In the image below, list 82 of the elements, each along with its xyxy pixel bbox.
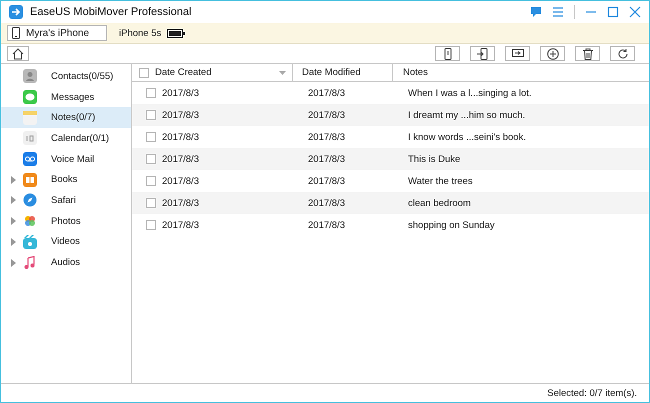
- table-cell-text: 2017/8/3: [307, 110, 346, 120]
- column-header[interactable]: Date Modified: [293, 64, 393, 81]
- contacts-icon: [23, 69, 37, 84]
- table-cell-text: When I was a l...singing a lot.: [407, 88, 533, 98]
- row-checkbox[interactable]: [146, 132, 156, 142]
- trash-icon: [582, 48, 594, 60]
- table-cell-text: 2017/8/3: [307, 154, 346, 164]
- home-icon: [12, 48, 24, 60]
- table-cell-text: 2017/8/3: [307, 176, 346, 186]
- export-to-device-button[interactable]: [435, 46, 460, 61]
- close-icon[interactable]: [629, 6, 641, 18]
- sidebar-item[interactable]: Voice Mail: [1, 148, 131, 170]
- table-cell-text: clean bedroom: [407, 198, 472, 208]
- plus-icon: [546, 48, 558, 60]
- sidebar-item[interactable]: Audios: [1, 252, 131, 273]
- expand-arrow-icon[interactable]: [11, 176, 16, 184]
- table-cell: 2017/8/3: [162, 220, 199, 230]
- table-cell-text: 2017/8/3: [307, 88, 346, 98]
- add-button[interactable]: [540, 46, 565, 61]
- row-checkbox[interactable]: [146, 110, 156, 120]
- table-cell: 2017/8/3: [162, 154, 199, 164]
- table-cell-text: shopping on Sunday: [407, 220, 496, 230]
- sidebar-item[interactable]: Books: [1, 169, 131, 190]
- device-model: iPhone 5s: [119, 28, 162, 38]
- sidebar-item[interactable]: Messages: [1, 86, 131, 108]
- sidebar-item[interactable]: Safari: [1, 190, 131, 211]
- table-cell: 2017/8/3: [162, 110, 199, 120]
- expand-arrow-icon[interactable]: [11, 196, 16, 204]
- notepad-icon: [23, 110, 37, 125]
- column-header[interactable]: Notes: [393, 64, 649, 81]
- clapperboard-icon: [23, 234, 37, 249]
- table-cell-text: 2017/8/3: [307, 132, 346, 142]
- device-selector[interactable]: Myra's iPhone: [7, 25, 107, 41]
- window-title: EaseUS MobiMover Professional: [30, 6, 192, 18]
- speech-bubble-icon: [23, 90, 37, 104]
- sidebar-item[interactable]: Contacts(0/55): [1, 66, 131, 87]
- table-cell-text: 2017/8/3: [307, 220, 346, 230]
- delete-button[interactable]: [575, 46, 600, 61]
- battery-icon: [167, 28, 186, 38]
- calendar-icon: [23, 131, 37, 146]
- maximize-icon[interactable]: [607, 6, 619, 18]
- expand-arrow-icon[interactable]: [11, 217, 16, 226]
- sort-arrow-icon[interactable]: [279, 70, 286, 74]
- sidebar-item[interactable]: Calendar(0/1): [1, 128, 131, 149]
- sidebar-item[interactable]: Photos: [1, 210, 131, 232]
- app-logo-icon: [9, 5, 23, 19]
- expand-arrow-icon[interactable]: [11, 258, 16, 267]
- table-cell-text: I know words ...seini's book.: [407, 132, 527, 142]
- row-checkbox[interactable]: [146, 220, 156, 230]
- status-text: Selected: 0/7 item(s).: [547, 388, 637, 398]
- phone-icon: [442, 48, 454, 60]
- compass-icon: [23, 193, 37, 208]
- table-cell-text: 2017/8/3: [307, 198, 346, 208]
- feedback-icon[interactable]: [530, 6, 542, 18]
- table-cell: 2017/8/3: [162, 132, 199, 142]
- row-checkbox[interactable]: [146, 88, 156, 98]
- table-cell: 2017/8/3: [162, 88, 199, 98]
- menu-icon[interactable]: [552, 6, 564, 18]
- expand-arrow-icon[interactable]: [11, 238, 16, 246]
- phone-icon: [12, 27, 20, 39]
- export-to-computer-button[interactable]: [505, 46, 530, 61]
- phone-arrow-icon: [476, 48, 488, 60]
- select-all-checkbox[interactable]: [139, 68, 149, 78]
- row-checkbox[interactable]: [146, 176, 156, 186]
- table-cell-text: I dreamt my ...him so much.: [407, 110, 526, 120]
- voicemail-icon: [23, 152, 37, 166]
- table-cell-text: This is Duke: [407, 154, 462, 164]
- import-button[interactable]: [470, 46, 495, 61]
- book-icon: [23, 172, 37, 187]
- home-button[interactable]: [7, 46, 29, 61]
- table-cell-text: Water the trees: [407, 176, 474, 186]
- refresh-icon: [616, 48, 628, 60]
- flower-icon: [23, 214, 37, 228]
- table-cell: 2017/8/3: [162, 198, 199, 208]
- sidebar-item[interactable]: Notes(0/7): [1, 107, 131, 128]
- sidebar-item[interactable]: Videos: [1, 232, 131, 252]
- row-checkbox[interactable]: [146, 154, 156, 164]
- table-cell: 2017/8/3: [162, 176, 199, 186]
- column-header[interactable]: Date Created: [132, 64, 293, 81]
- refresh-button[interactable]: [610, 46, 635, 61]
- row-checkbox[interactable]: [146, 198, 156, 208]
- music-note-icon: [23, 256, 37, 270]
